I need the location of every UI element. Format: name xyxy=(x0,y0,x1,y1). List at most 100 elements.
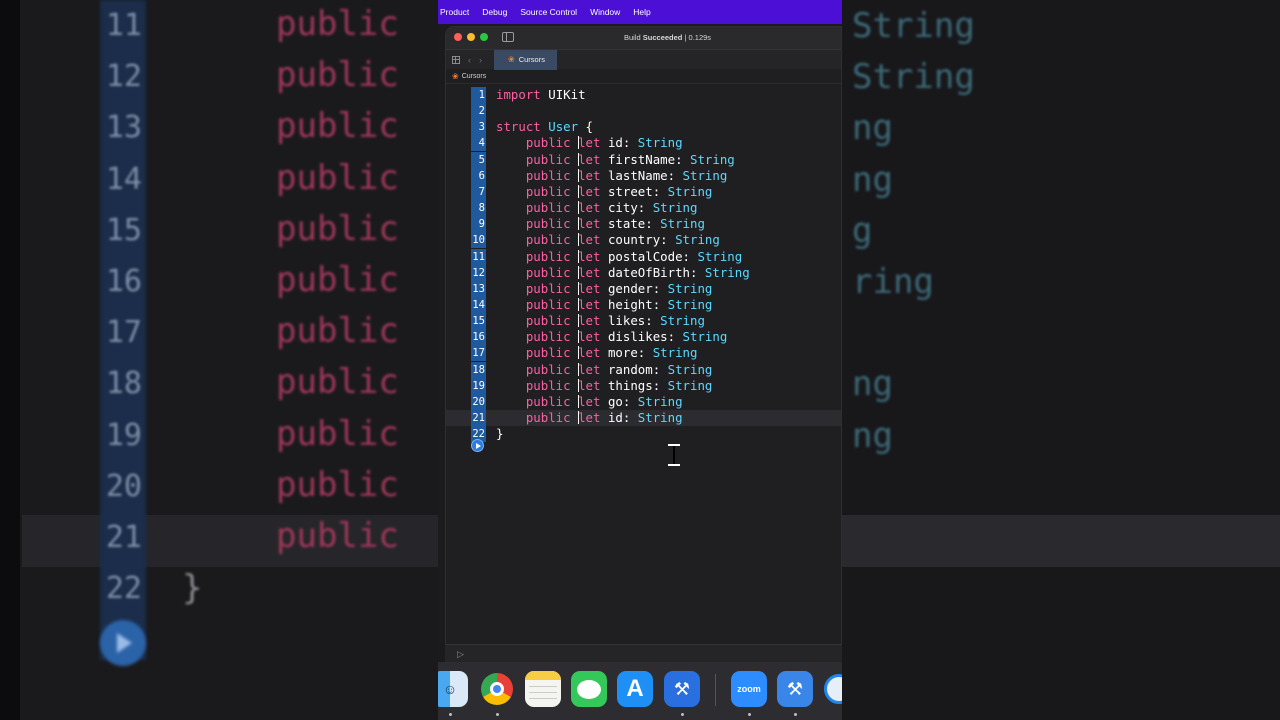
background-line-number: 17 xyxy=(105,315,142,351)
property-name: city xyxy=(607,200,638,216)
background-type-fragment: ng xyxy=(852,364,893,405)
access-keyword: public xyxy=(525,151,571,167)
line-number[interactable]: 4 xyxy=(471,135,486,152)
line-number[interactable]: 14 xyxy=(471,296,486,313)
background-line-number: 22 xyxy=(105,571,142,607)
property-name: dislikes xyxy=(607,329,668,345)
line-number[interactable]: 16 xyxy=(471,329,486,346)
line-number[interactable]: 18 xyxy=(471,361,486,378)
grid-icon[interactable] xyxy=(452,55,460,64)
type-name: String xyxy=(682,329,728,345)
line-number[interactable]: 7 xyxy=(471,183,486,200)
access-keyword: public xyxy=(525,296,571,312)
code-line: 12 public let dateOfBirth: String xyxy=(446,264,841,281)
menu-product[interactable]: Product xyxy=(440,7,469,17)
background-keyword: public xyxy=(276,311,399,352)
type-name: String xyxy=(667,280,713,296)
property-name: things xyxy=(607,377,653,393)
code-text: public let gender: String xyxy=(525,280,713,296)
type-name: String xyxy=(660,313,705,329)
background-type-fragment: String xyxy=(852,6,975,46)
code-text: public let postalCode: String xyxy=(525,248,743,264)
line-number[interactable]: 12 xyxy=(471,264,486,281)
menu-window[interactable]: Window xyxy=(590,7,620,17)
line-number[interactable]: 3 xyxy=(471,119,486,136)
type-name: String xyxy=(660,216,705,232)
background-type-fragment: ng xyxy=(852,108,893,149)
line-number[interactable]: 9 xyxy=(471,216,486,233)
zoom-icon[interactable]: zoom xyxy=(731,671,767,707)
run-icon[interactable] xyxy=(471,439,484,452)
minimize-button[interactable] xyxy=(467,33,475,41)
back-icon[interactable]: ‹ xyxy=(468,55,471,65)
line-number[interactable]: 2 xyxy=(471,103,486,120)
property-name: random xyxy=(607,361,653,377)
code-line: 7 public let street: String xyxy=(446,183,841,200)
code-line: 5 public let firstName: String xyxy=(446,151,841,168)
jump-bar: ❀ Cursors xyxy=(446,69,841,84)
safari-icon[interactable] xyxy=(824,671,842,707)
background-line-number: 13 xyxy=(105,110,142,146)
type-name: String xyxy=(697,248,743,264)
background-keyword: public xyxy=(276,362,399,403)
menu-source-control[interactable]: Source Control xyxy=(520,7,577,17)
code-text: public let state: String xyxy=(525,216,705,232)
zoom-button[interactable] xyxy=(480,33,488,41)
access-keyword: public xyxy=(525,216,571,232)
line-number[interactable]: 13 xyxy=(471,280,486,297)
code-editor[interactable]: 1 import UIKit 2 3 struct User { 4 public let… xyxy=(446,85,841,645)
line-number[interactable]: 21 xyxy=(471,410,486,426)
sidebar-toggle-icon[interactable] xyxy=(502,32,514,42)
notes-icon[interactable] xyxy=(525,671,561,707)
background-line-number: 11 xyxy=(105,8,142,43)
code-text: public let id: String xyxy=(525,410,683,425)
line-number[interactable]: 15 xyxy=(471,313,486,330)
debug-play-icon[interactable]: ▷ xyxy=(457,649,464,660)
app-store-icon[interactable]: A xyxy=(617,671,653,707)
background-current-line-right xyxy=(842,515,1280,567)
line-number[interactable]: 6 xyxy=(471,167,486,184)
line-number[interactable]: 10 xyxy=(471,232,486,249)
forward-icon[interactable]: › xyxy=(479,55,482,65)
type-name: String xyxy=(637,393,683,409)
let-keyword: let xyxy=(578,264,601,280)
swift-icon: ❀ xyxy=(508,55,515,64)
close-button[interactable] xyxy=(454,33,462,41)
code-line: 19 public let things: String xyxy=(446,377,841,394)
code-line: 1 import UIKit xyxy=(446,87,841,103)
line-number[interactable]: 5 xyxy=(471,151,486,168)
access-keyword: public xyxy=(525,377,571,393)
line-number[interactable]: 1 xyxy=(471,87,486,103)
code-text: struct User { xyxy=(496,119,593,135)
let-keyword: let xyxy=(578,151,601,167)
code-text: public let go: String xyxy=(525,393,683,409)
menu-help[interactable]: Help xyxy=(633,7,650,17)
background-keyword: public xyxy=(276,157,399,198)
line-number[interactable]: 8 xyxy=(471,200,486,217)
title-bar: Build Succeeded | 0.129s xyxy=(446,27,841,49)
code-text: public let random: String xyxy=(525,361,713,377)
line-number[interactable]: 20 xyxy=(471,393,486,410)
tab-cursors[interactable]: ❀ Cursors xyxy=(494,49,557,70)
let-keyword: let xyxy=(578,410,601,425)
property-name: gender xyxy=(607,280,653,296)
property-name: country xyxy=(607,232,661,248)
type-name: String xyxy=(667,296,713,312)
messages-icon[interactable] xyxy=(571,671,607,707)
chrome-icon[interactable] xyxy=(479,671,515,707)
menu-debug[interactable]: Debug xyxy=(482,7,507,17)
line-number[interactable]: 17 xyxy=(471,345,486,362)
background-keyword: public xyxy=(276,260,399,300)
let-keyword: let xyxy=(578,248,601,264)
code-text: public let more: String xyxy=(525,345,698,361)
code-line: 9 public let state: String xyxy=(446,216,841,233)
build-status-prefix: Build xyxy=(624,33,641,42)
line-number[interactable]: 19 xyxy=(471,377,486,394)
finder-icon[interactable]: ☺ xyxy=(438,671,468,707)
line-number[interactable]: 11 xyxy=(471,248,486,265)
code-line: 21 public let id: String xyxy=(446,410,841,426)
xcode-beta-icon[interactable]: ⚒ xyxy=(777,671,813,707)
breadcrumb[interactable]: Cursors xyxy=(462,73,487,80)
type-name: String xyxy=(652,345,698,361)
xcode-icon[interactable]: ⚒ xyxy=(664,671,700,707)
